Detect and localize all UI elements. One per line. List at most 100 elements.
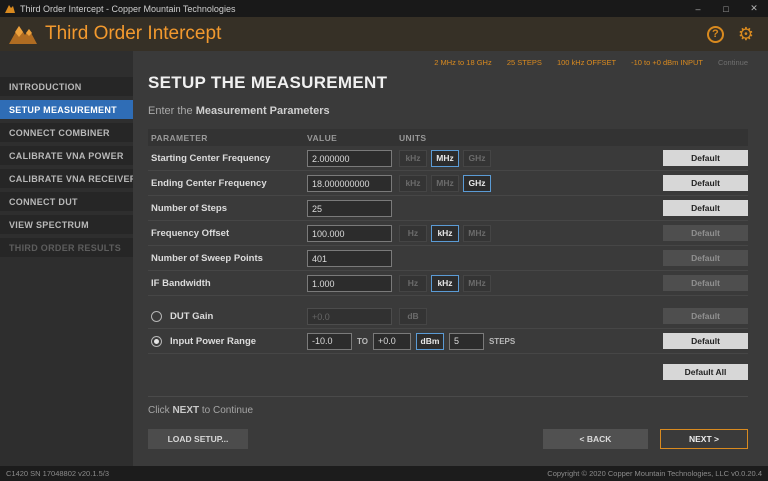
- maximize-button[interactable]: □: [712, 0, 740, 17]
- table-row: Number of Sweep Points Default: [148, 246, 748, 271]
- unit-khz-button[interactable]: kHz: [431, 275, 459, 292]
- input-power-from-input[interactable]: [307, 333, 352, 350]
- if-bandwidth-input[interactable]: [307, 275, 392, 292]
- table-header: PARAMETER VALUE UNITS: [148, 129, 748, 146]
- param-label-if-bandwidth: IF Bandwidth: [151, 278, 211, 289]
- table-row: Frequency Offset Hz kHz MHz Default: [148, 221, 748, 246]
- dut-gain-input: [307, 308, 392, 325]
- back-button[interactable]: < BACK: [543, 429, 648, 449]
- window-title: Third Order Intercept - Copper Mountain …: [20, 4, 684, 14]
- page-subtitle: Enter the Measurement Parameters: [148, 105, 748, 117]
- sidebar-item-calibrate-vna-power[interactable]: CALIBRATE VNA POWER: [0, 146, 133, 165]
- summary-input-power: -10 to +0 dBm INPUT: [631, 58, 703, 67]
- header-value: VALUE: [307, 133, 337, 143]
- number-of-sweep-points-input[interactable]: [307, 250, 392, 267]
- app-title: Third Order Intercept: [45, 23, 707, 45]
- section-gap: [148, 296, 748, 304]
- status-left: C1420 SN 17048802 v20.1.5/3: [6, 469, 109, 478]
- default-button: Default: [663, 308, 748, 324]
- main-panel: 2 MHz to 18 GHz 25 STEPS 100 kHz OFFSET …: [133, 51, 768, 466]
- unit-khz-button[interactable]: kHz: [399, 150, 427, 167]
- default-button[interactable]: Default: [663, 150, 748, 166]
- subtitle-bold: Measurement Parameters: [196, 105, 330, 117]
- unit-khz-button[interactable]: kHz: [431, 225, 459, 242]
- table-row: Starting Center Frequency kHz MHz GHz De…: [148, 146, 748, 171]
- table-row: Ending Center Frequency kHz MHz GHz Defa…: [148, 171, 748, 196]
- summary-steps: 25 STEPS: [507, 58, 542, 67]
- subtitle-prefix: Enter the: [148, 105, 196, 117]
- hint-prefix: Click: [148, 405, 172, 416]
- param-label-number-of-sweep-points: Number of Sweep Points: [151, 253, 263, 264]
- sidebar-item-third-order-results: THIRD ORDER RESULTS: [0, 238, 133, 257]
- unit-hz-button[interactable]: Hz: [399, 225, 427, 242]
- divider: [148, 396, 748, 397]
- app-header: Third Order Intercept ? ⚙: [0, 17, 768, 51]
- default-button[interactable]: Default: [663, 175, 748, 191]
- unit-mhz-button[interactable]: MHz: [431, 175, 459, 192]
- load-setup-button[interactable]: LOAD SETUP...: [148, 429, 248, 449]
- unit-khz-button[interactable]: kHz: [399, 175, 427, 192]
- table-row: Input Power Range TO dBm STEPS Default: [148, 329, 748, 354]
- help-icon[interactable]: ?: [707, 26, 724, 43]
- hint-bold: NEXT: [172, 405, 199, 416]
- summary-continue-hint: Continue: [718, 58, 748, 67]
- wizard-sidebar: INTRODUCTION SETUP MEASUREMENT CONNECT C…: [0, 51, 133, 466]
- unit-db-button: dB: [399, 308, 427, 325]
- param-label-input-power-range: Input Power Range: [170, 336, 256, 347]
- default-button[interactable]: Default: [663, 333, 748, 349]
- param-label-ending-center-frequency: Ending Center Frequency: [151, 178, 267, 189]
- header-units: UNITS: [399, 133, 427, 143]
- app-icon: [5, 4, 15, 14]
- default-button: Default: [663, 275, 748, 291]
- steps-label: STEPS: [489, 337, 515, 346]
- sidebar-item-introduction[interactable]: INTRODUCTION: [0, 77, 133, 96]
- unit-mhz-button[interactable]: MHz: [463, 225, 491, 242]
- sidebar-item-connect-dut[interactable]: CONNECT DUT: [0, 192, 133, 211]
- power-steps-input[interactable]: [449, 333, 484, 350]
- default-button: Default: [663, 225, 748, 241]
- sidebar-item-view-spectrum[interactable]: VIEW SPECTRUM: [0, 215, 133, 234]
- unit-mhz-button[interactable]: MHz: [431, 150, 459, 167]
- gear-icon[interactable]: ⚙: [738, 25, 754, 43]
- parameters-table: PARAMETER VALUE UNITS Starting Center Fr…: [148, 129, 748, 354]
- unit-dbm-button[interactable]: dBm: [416, 333, 444, 350]
- sidebar-item-connect-combiner[interactable]: CONNECT COMBINER: [0, 123, 133, 142]
- unit-hz-button[interactable]: Hz: [399, 275, 427, 292]
- frequency-offset-input[interactable]: [307, 225, 392, 242]
- default-button[interactable]: Default: [663, 200, 748, 216]
- to-label: TO: [357, 337, 368, 346]
- summary-freq-range: 2 MHz to 18 GHz: [434, 58, 492, 67]
- status-bar: C1420 SN 17048802 v20.1.5/3 Copyright © …: [0, 466, 768, 481]
- status-right: Copyright © 2020 Copper Mountain Technol…: [547, 469, 762, 478]
- page-title: SETUP THE MEASUREMENT: [148, 73, 748, 93]
- default-button: Default: [663, 250, 748, 266]
- copper-mountain-logo: [8, 23, 38, 46]
- param-label-number-of-steps: Number of Steps: [151, 203, 227, 214]
- table-row: IF Bandwidth Hz kHz MHz Default: [148, 271, 748, 296]
- header-parameter: PARAMETER: [151, 133, 208, 143]
- minimize-button[interactable]: –: [684, 0, 712, 17]
- input-power-range-radio[interactable]: [151, 336, 162, 347]
- dut-gain-radio[interactable]: [151, 311, 162, 322]
- starting-center-frequency-input[interactable]: [307, 150, 392, 167]
- sidebar-item-setup-measurement[interactable]: SETUP MEASUREMENT: [0, 100, 133, 119]
- unit-mhz-button[interactable]: MHz: [463, 275, 491, 292]
- next-button[interactable]: NEXT >: [660, 429, 748, 449]
- param-label-frequency-offset: Frequency Offset: [151, 228, 229, 239]
- param-label-dut-gain: DUT Gain: [170, 311, 213, 322]
- ending-center-frequency-input[interactable]: [307, 175, 392, 192]
- setup-summary: 2 MHz to 18 GHz 25 STEPS 100 kHz OFFSET …: [148, 51, 748, 69]
- param-label-starting-center-frequency: Starting Center Frequency: [151, 153, 270, 164]
- close-button[interactable]: ✕: [740, 0, 768, 17]
- window-titlebar: Third Order Intercept - Copper Mountain …: [0, 0, 768, 17]
- default-all-button[interactable]: Default All: [663, 364, 748, 380]
- hint-suffix: to Continue: [199, 405, 253, 416]
- unit-ghz-button[interactable]: GHz: [463, 175, 491, 192]
- number-of-steps-input[interactable]: [307, 200, 392, 217]
- unit-ghz-button[interactable]: GHz: [463, 150, 491, 167]
- table-row: DUT Gain dB Default: [148, 304, 748, 329]
- table-row: Number of Steps Default: [148, 196, 748, 221]
- input-power-to-input[interactable]: [373, 333, 411, 350]
- summary-offset: 100 kHz OFFSET: [557, 58, 616, 67]
- sidebar-item-calibrate-vna-receiver[interactable]: CALIBRATE VNA RECEIVER: [0, 169, 133, 188]
